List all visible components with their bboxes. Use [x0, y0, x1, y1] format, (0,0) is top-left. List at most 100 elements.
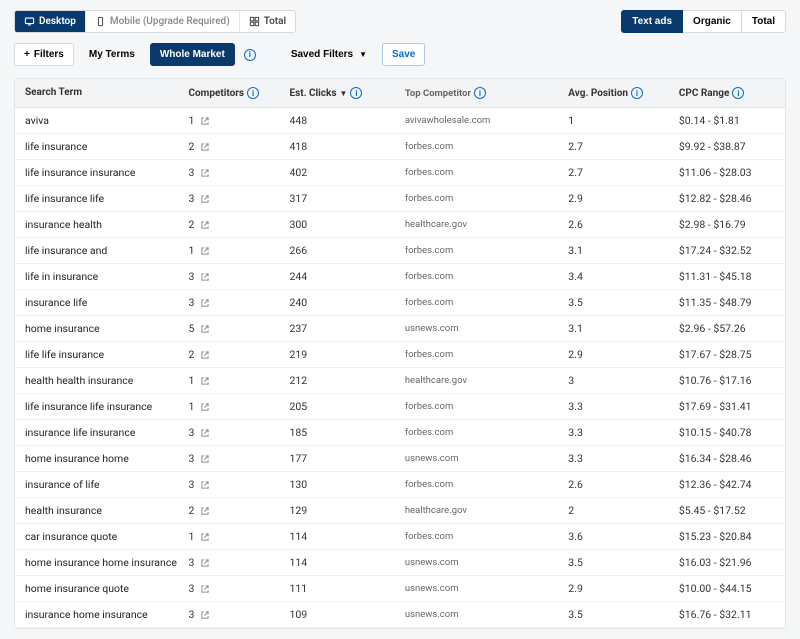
table-row[interactable]: health insurance2129healthcare.gov2$5.45…: [15, 498, 785, 524]
table-row[interactable]: insurance life insurance3185forbes.com3.…: [15, 420, 785, 446]
tab-right-total[interactable]: Total: [742, 10, 786, 33]
table-row[interactable]: car insurance quote1114forbes.com3.6$15.…: [15, 524, 785, 550]
cell-competitors: 3: [188, 478, 289, 491]
external-link-icon[interactable]: [200, 168, 210, 178]
table-row[interactable]: life in insurance3244forbes.com3.4$11.31…: [15, 264, 785, 290]
cell-competitors: 3: [188, 166, 289, 179]
header-competitors[interactable]: Competitorsi: [188, 87, 259, 99]
table-row[interactable]: health health insurance1212healthcare.go…: [15, 368, 785, 394]
cell-position: 3.5: [568, 296, 679, 309]
table-row[interactable]: home insurance quote3111usnews.com2.9$10…: [15, 576, 785, 602]
cell-top-competitor: forbes.com: [405, 167, 568, 178]
my-terms-button[interactable]: My Terms: [80, 44, 144, 65]
header-search-term[interactable]: Search Term: [25, 87, 82, 98]
header-avg-position[interactable]: Avg. Positioni: [568, 87, 643, 99]
info-icon[interactable]: i: [350, 87, 362, 99]
external-link-icon[interactable]: [200, 480, 210, 490]
table-row[interactable]: life insurance insurance3402forbes.com2.…: [15, 160, 785, 186]
table-row[interactable]: aviva1448avivawholesale.com1$0.14 - $1.8…: [15, 108, 785, 134]
external-link-icon[interactable]: [200, 246, 210, 256]
cell-top-competitor: forbes.com: [405, 479, 568, 490]
tab-total[interactable]: Total: [240, 11, 295, 32]
cell-competitors: 2: [188, 504, 289, 517]
table-row[interactable]: life insurance life insurance1205forbes.…: [15, 394, 785, 420]
external-link-icon[interactable]: [200, 350, 210, 360]
filters-button[interactable]: +Filters: [14, 43, 74, 66]
cell-top-competitor: forbes.com: [405, 401, 568, 412]
cell-competitors: 1: [188, 374, 289, 387]
header-est-clicks[interactable]: Est. Clicks▼i: [289, 87, 362, 99]
external-link-icon[interactable]: [200, 220, 210, 230]
cell-clicks: 114: [289, 556, 404, 569]
table-row[interactable]: life insurance life3317forbes.com2.9$12.…: [15, 186, 785, 212]
info-icon[interactable]: i: [247, 87, 259, 99]
info-icon[interactable]: i: [244, 49, 256, 61]
table-row[interactable]: home insurance5237usnews.com3.1$2.96 - $…: [15, 316, 785, 342]
external-link-icon[interactable]: [200, 142, 210, 152]
cell-position: 3.5: [568, 608, 679, 621]
tab-mobile[interactable]: Mobile (Upgrade Required): [86, 11, 240, 32]
plus-icon: +: [24, 49, 30, 60]
external-link-icon[interactable]: [200, 376, 210, 386]
save-button[interactable]: Save: [382, 43, 425, 66]
tab-desktop[interactable]: Desktop: [15, 11, 86, 32]
external-link-icon[interactable]: [200, 532, 210, 542]
cell-term: insurance of life: [25, 478, 188, 491]
cell-clicks: 114: [289, 530, 404, 543]
table-row[interactable]: life insurance2418forbes.com2.7$9.92 - $…: [15, 134, 785, 160]
cell-position: 3.3: [568, 426, 679, 439]
table-row[interactable]: life life insurance2219forbes.com2.9$17.…: [15, 342, 785, 368]
cell-top-competitor: usnews.com: [405, 557, 568, 568]
cell-cpc: $16.34 - $28.46: [679, 452, 775, 465]
cell-top-competitor: forbes.com: [405, 297, 568, 308]
external-link-icon[interactable]: [200, 116, 210, 126]
info-icon[interactable]: i: [474, 87, 486, 99]
cell-term: insurance home insurance: [25, 608, 188, 621]
external-link-icon[interactable]: [200, 584, 210, 594]
cell-clicks: 317: [289, 192, 404, 205]
table-row[interactable]: insurance home insurance3109usnews.com3.…: [15, 602, 785, 628]
terms-table: Search Term Competitorsi Est. Clicks▼i T…: [14, 78, 786, 629]
device-tabs: Desktop Mobile (Upgrade Required) Total: [14, 10, 296, 33]
table-row[interactable]: home insurance home insurance3114usnews.…: [15, 550, 785, 576]
cell-competitors: 3: [188, 296, 289, 309]
cell-cpc: $10.15 - $40.78: [679, 426, 775, 439]
external-link-icon[interactable]: [200, 454, 210, 464]
external-link-icon[interactable]: [200, 610, 210, 620]
table-row[interactable]: insurance health2300healthcare.gov2.6$2.…: [15, 212, 785, 238]
cell-cpc: $16.03 - $21.96: [679, 556, 775, 569]
external-link-icon[interactable]: [200, 272, 210, 282]
cell-term: home insurance: [25, 322, 188, 335]
tab-mobile-label: Mobile (Upgrade Required): [110, 16, 230, 27]
tab-text-ads[interactable]: Text ads: [621, 10, 683, 33]
external-link-icon[interactable]: [200, 402, 210, 412]
table-row[interactable]: insurance of life3130forbes.com2.6$12.36…: [15, 472, 785, 498]
external-link-icon[interactable]: [200, 558, 210, 568]
cell-cpc: $17.67 - $28.75: [679, 348, 775, 361]
info-icon[interactable]: i: [631, 87, 643, 99]
saved-filters-button[interactable]: Saved Filters▼: [282, 44, 376, 65]
cell-top-competitor: avivawholesale.com: [405, 115, 568, 126]
header-cpc-range[interactable]: CPC Rangei: [679, 87, 745, 99]
cell-position: 3.6: [568, 530, 679, 543]
external-link-icon[interactable]: [200, 506, 210, 516]
cell-term: home insurance quote: [25, 582, 188, 595]
cell-cpc: $2.96 - $57.26: [679, 322, 775, 335]
cell-top-competitor: forbes.com: [405, 245, 568, 256]
cell-competitors: 3: [188, 426, 289, 439]
info-icon[interactable]: i: [732, 87, 744, 99]
mobile-icon: [95, 16, 106, 27]
table-row[interactable]: insurance life3240forbes.com3.5$11.35 - …: [15, 290, 785, 316]
external-link-icon[interactable]: [200, 298, 210, 308]
header-top-competitor[interactable]: Top Competitori: [405, 87, 486, 99]
whole-market-button[interactable]: Whole Market: [150, 43, 235, 66]
external-link-icon[interactable]: [200, 194, 210, 204]
external-link-icon[interactable]: [200, 428, 210, 438]
table-row[interactable]: home insurance home3177usnews.com3.3$16.…: [15, 446, 785, 472]
cell-term: insurance health: [25, 218, 188, 231]
external-link-icon[interactable]: [200, 324, 210, 334]
table-row[interactable]: life insurance and1266forbes.com3.1$17.2…: [15, 238, 785, 264]
cell-clicks: 266: [289, 244, 404, 257]
tab-organic[interactable]: Organic: [683, 10, 742, 33]
cell-top-competitor: healthcare.gov: [405, 219, 568, 230]
